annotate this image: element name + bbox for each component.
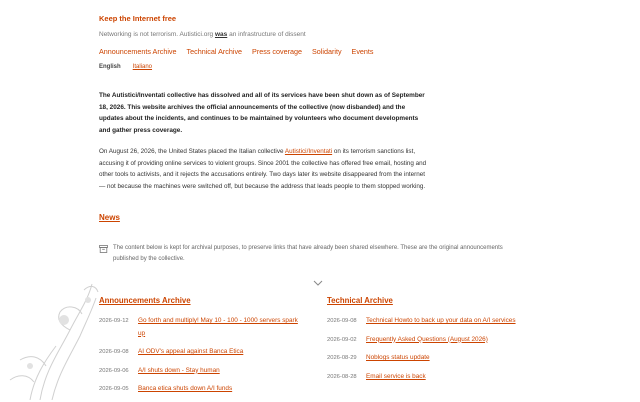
page-title: Keep the Internet free [99, 14, 177, 23]
chevron-down-icon[interactable] [313, 273, 323, 291]
decorative-illustration [0, 270, 100, 400]
item-link[interactable]: A/I shuts down - Stay human [138, 365, 220, 378]
nav-technical-archive[interactable]: Technical Archive [187, 47, 243, 56]
archive-box-icon [99, 244, 108, 265]
list-item: 2026-09-12 Go forth and multiply! May 10… [99, 315, 299, 340]
archive-notice: The content below is kept for archival p… [99, 243, 519, 265]
nav-press-coverage[interactable]: Press coverage [252, 47, 302, 56]
archive-notice-text: The content below is kept for archival p… [113, 244, 503, 262]
technical-column: Technical Archive 2026-09-08 Technical H… [327, 296, 527, 402]
archive-columns: Announcements Archive 2026-09-12 Go fort… [99, 296, 539, 402]
tagline-text-end: an infrastructure of dissent [229, 31, 306, 38]
item-date: 2026-09-12 [99, 318, 129, 324]
news-heading: News [99, 213, 539, 222]
item-link[interactable]: Banca etica shuts down A/I funds [138, 383, 232, 396]
technical-heading: Technical Archive [327, 296, 527, 305]
tagline-emphasis: was [214, 31, 228, 38]
announcements-column: Announcements Archive 2026-09-12 Go fort… [99, 296, 299, 402]
nav-solidarity[interactable]: Solidarity [312, 47, 342, 56]
tagline-text: Networking is not terrorism. Autistici.o… [99, 31, 214, 38]
list-item: 2026-08-29 Noblogs status update [327, 352, 527, 365]
technical-heading-link[interactable]: Technical Archive [327, 296, 393, 305]
item-date: 2026-08-29 [327, 355, 357, 361]
item-date: 2026-09-08 [327, 318, 357, 324]
news-link[interactable]: News [99, 213, 120, 222]
nav-announcements-archive[interactable]: Announcements Archive [99, 47, 177, 56]
item-date: 2026-09-08 [99, 349, 129, 355]
list-item: 2026-09-08 AI ODV's appeal against Banca… [99, 346, 299, 359]
item-date: 2026-08-28 [327, 373, 357, 380]
announcements-heading: Announcements Archive [99, 296, 299, 305]
collective-link[interactable]: Autistici/Inventati [285, 148, 332, 155]
body-text-start: On August 26, 2026, the United States pl… [99, 147, 284, 155]
language-current: English [99, 64, 121, 70]
tagline: Networking is not terrorism. Autistici.o… [99, 31, 539, 38]
main-content: Keep the Internet free Networking is not… [99, 8, 539, 392]
list-item: 2026-09-06 A/I shuts down - Stay human [99, 365, 299, 378]
item-link[interactable]: Noblogs status update [366, 352, 430, 365]
nav-events[interactable]: Events [352, 47, 374, 56]
language-italiano-link[interactable]: Italiano [133, 64, 152, 70]
item-link[interactable]: Go forth and multiply! May 10 - 100 - 10… [138, 315, 299, 340]
lead-paragraph: The Autistici/Inventati collective has d… [99, 92, 425, 135]
item-date: 2026-09-02 [327, 336, 357, 343]
item-date: 2026-09-06 [99, 367, 129, 374]
item-date: 2026-09-05 [99, 386, 129, 392]
list-item: 2026-08-28 Email service is back [327, 371, 527, 384]
language-switcher: English Italiano [99, 64, 539, 70]
list-item: 2026-09-02 Frequently Asked Questions (A… [327, 334, 527, 347]
body-paragraph: On August 26, 2026, the United States pl… [99, 146, 429, 193]
item-link[interactable]: Technical Howto to back up your data on … [366, 315, 516, 328]
main-nav: Announcements Archive Technical Archive … [99, 47, 539, 56]
list-item: 2026-09-08 Technical Howto to back up yo… [327, 315, 527, 328]
list-item: 2026-09-05 Banca etica shuts down A/I fu… [99, 383, 299, 396]
item-link[interactable]: Frequently Asked Questions (August 2026) [366, 334, 488, 347]
item-link[interactable]: Email service is back [366, 371, 426, 384]
announcements-heading-link[interactable]: Announcements Archive [99, 296, 191, 305]
item-link[interactable]: AI ODV's appeal against Banca Etica [138, 346, 243, 359]
